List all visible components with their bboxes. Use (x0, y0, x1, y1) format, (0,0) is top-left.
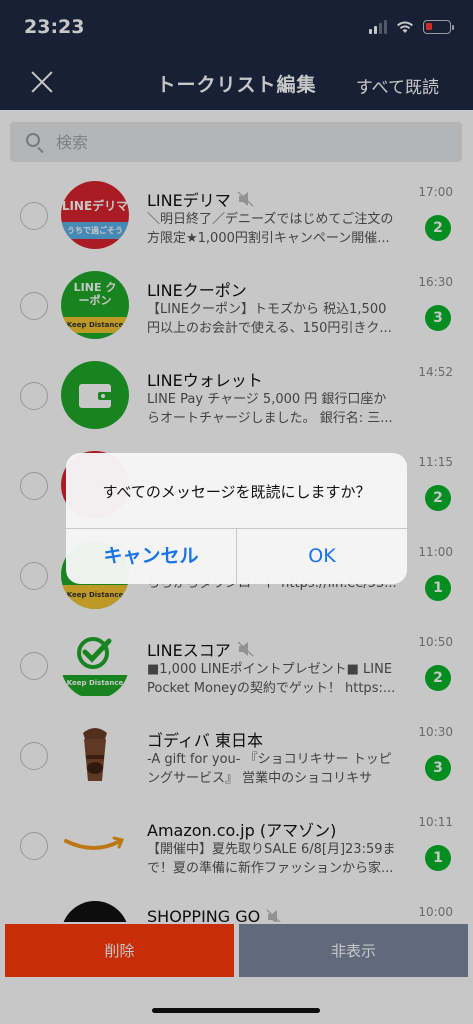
dialog-message: すべてのメッセージを既読にしますか？ (102, 483, 371, 501)
confirm-dialog: すべてのメッセージを既読にしますか？ キャンセル OK (66, 453, 407, 584)
dialog-cancel-button[interactable]: キャンセル (66, 529, 236, 584)
dialog-ok-button[interactable]: OK (237, 529, 407, 584)
